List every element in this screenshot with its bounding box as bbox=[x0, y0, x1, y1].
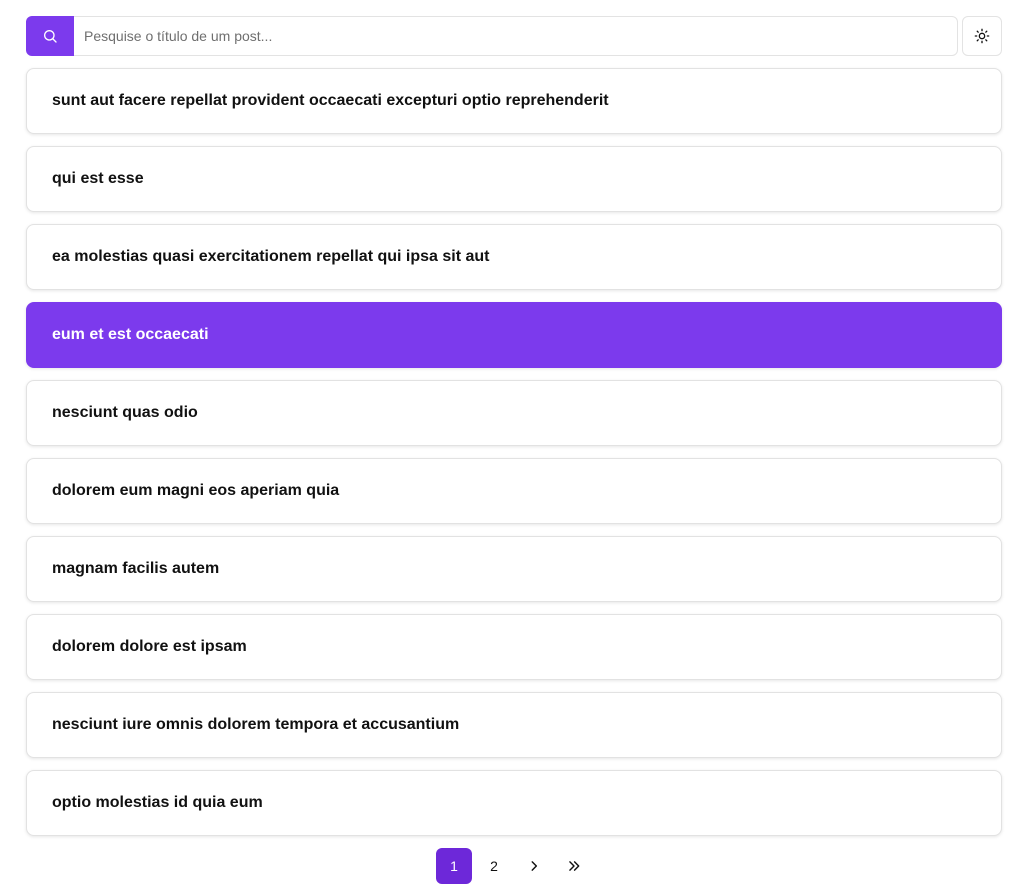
post-list: sunt aut facere repellat provident occae… bbox=[26, 68, 1002, 848]
post-title: magnam facilis autem bbox=[52, 560, 220, 577]
post-title: nesciunt quas odio bbox=[52, 404, 198, 421]
next-page-button[interactable] bbox=[516, 848, 552, 884]
search-bar bbox=[26, 16, 1002, 56]
post-card[interactable]: nesciunt iure omnis dolorem tempora et a… bbox=[26, 692, 1002, 758]
post-title: qui est esse bbox=[52, 170, 144, 187]
post-title: dolorem dolore est ipsam bbox=[52, 638, 247, 655]
post-title: nesciunt iure omnis dolorem tempora et a… bbox=[52, 716, 460, 733]
search-input[interactable] bbox=[74, 16, 958, 56]
theme-toggle-button[interactable] bbox=[962, 16, 1002, 56]
post-title: optio molestias id quia eum bbox=[52, 794, 263, 811]
post-title: dolorem eum magni eos aperiam quia bbox=[52, 482, 340, 499]
chevron-right-icon bbox=[531, 861, 538, 871]
post-card[interactable]: magnam facilis autem bbox=[26, 536, 1002, 602]
post-card[interactable]: sunt aut facere repellat provident occae… bbox=[26, 68, 1002, 134]
post-card[interactable]: dolorem dolore est ipsam bbox=[26, 614, 1002, 680]
page-button-2[interactable]: 2 bbox=[476, 848, 512, 884]
post-card[interactable]: nesciunt quas odio bbox=[26, 380, 1002, 446]
page-button-1[interactable]: 1 bbox=[436, 848, 472, 884]
post-card[interactable]: optio molestias id quia eum bbox=[26, 770, 1002, 836]
search-icon bbox=[44, 30, 57, 43]
last-page-button[interactable] bbox=[556, 848, 592, 884]
search-button[interactable] bbox=[26, 16, 74, 56]
chevrons-right-icon bbox=[569, 861, 580, 871]
post-title: eum et est occaecati bbox=[52, 326, 209, 343]
post-card[interactable]: qui est esse bbox=[26, 146, 1002, 212]
post-title: ea molestias quasi exercitationem repell… bbox=[52, 248, 490, 265]
post-card[interactable]: eum et est occaecati bbox=[26, 302, 1002, 368]
post-title: sunt aut facere repellat provident occae… bbox=[52, 92, 609, 109]
post-card[interactable]: dolorem eum magni eos aperiam quia bbox=[26, 458, 1002, 524]
pagination: 1 2 bbox=[436, 848, 592, 884]
sun-icon bbox=[974, 28, 990, 44]
post-card[interactable]: ea molestias quasi exercitationem repell… bbox=[26, 224, 1002, 290]
